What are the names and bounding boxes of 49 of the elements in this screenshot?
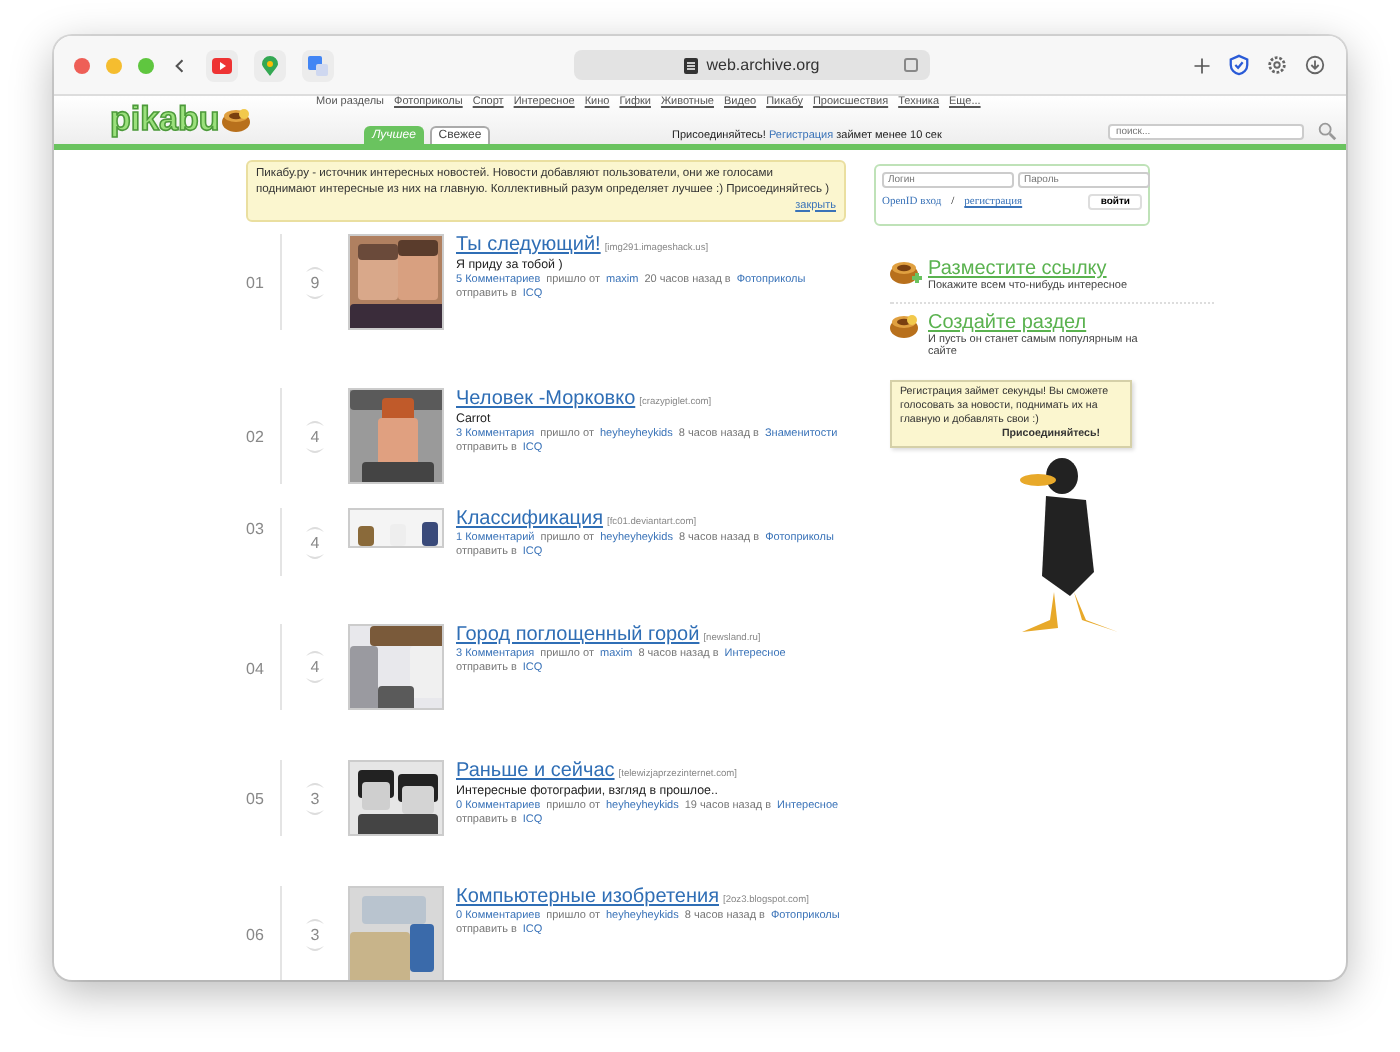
- search-icon[interactable]: [1316, 120, 1338, 142]
- vote-count: 3: [310, 925, 320, 944]
- zoom-button[interactable]: [138, 57, 154, 73]
- post-title[interactable]: Ты следующий!: [456, 234, 601, 257]
- vote-count: 4: [310, 658, 320, 677]
- shield-icon[interactable]: [1228, 54, 1250, 76]
- minimize-button[interactable]: [106, 57, 122, 73]
- pot-icon: [890, 311, 922, 340]
- close-button[interactable]: [74, 57, 90, 73]
- post-title[interactable]: Раньше и сейчас: [456, 760, 615, 783]
- translate-icon[interactable]: [302, 49, 334, 81]
- rank-number: 04: [246, 659, 266, 678]
- action-link[interactable]: Создайте раздел: [928, 311, 1152, 334]
- vote-count: 4: [310, 533, 320, 552]
- post-title[interactable]: Классификация: [456, 508, 604, 531]
- vote-count: 9: [310, 273, 320, 292]
- up-arrow-icon[interactable]: [306, 523, 324, 532]
- rank-number: 05: [246, 790, 266, 809]
- vote-count: 3: [310, 789, 320, 808]
- down-arrow-icon[interactable]: [306, 293, 324, 302]
- vote-count: 4: [310, 427, 320, 446]
- map-pin-icon[interactable]: [254, 49, 286, 81]
- rank-number: 03: [246, 520, 266, 539]
- post-title[interactable]: Компьютерные изобретения: [456, 886, 719, 909]
- rank-number: 02: [246, 428, 266, 447]
- down-arrow-icon[interactable]: [306, 945, 324, 954]
- settings-icon[interactable]: [1266, 54, 1288, 76]
- post-title[interactable]: Город поглощенный горой: [456, 624, 700, 647]
- play-icon[interactable]: [206, 49, 238, 81]
- down-arrow-icon[interactable]: [306, 447, 324, 456]
- down-arrow-icon[interactable]: [306, 678, 324, 687]
- pot-plus-icon: [890, 258, 922, 286]
- up-arrow-icon[interactable]: [306, 417, 324, 426]
- down-arrow-icon[interactable]: [306, 809, 324, 818]
- up-arrow-icon[interactable]: [306, 648, 324, 657]
- plus-icon[interactable]: [1192, 55, 1212, 75]
- up-arrow-icon[interactable]: [306, 779, 324, 788]
- action-link[interactable]: Разместите ссылку: [928, 258, 1152, 280]
- rank-number: 01: [246, 274, 266, 293]
- address-bar[interactable]: web.archive.org: [574, 50, 930, 80]
- pot-icon: [221, 106, 254, 134]
- up-arrow-icon[interactable]: [306, 915, 324, 924]
- document-icon: [684, 57, 699, 73]
- up-arrow-icon[interactable]: [306, 263, 324, 272]
- download-icon[interactable]: [1304, 54, 1326, 76]
- post-title[interactable]: Человек -Морковко: [456, 388, 636, 411]
- rank-number: 06: [246, 926, 266, 945]
- reader-icon[interactable]: [904, 58, 918, 72]
- down-arrow-icon[interactable]: [306, 553, 324, 562]
